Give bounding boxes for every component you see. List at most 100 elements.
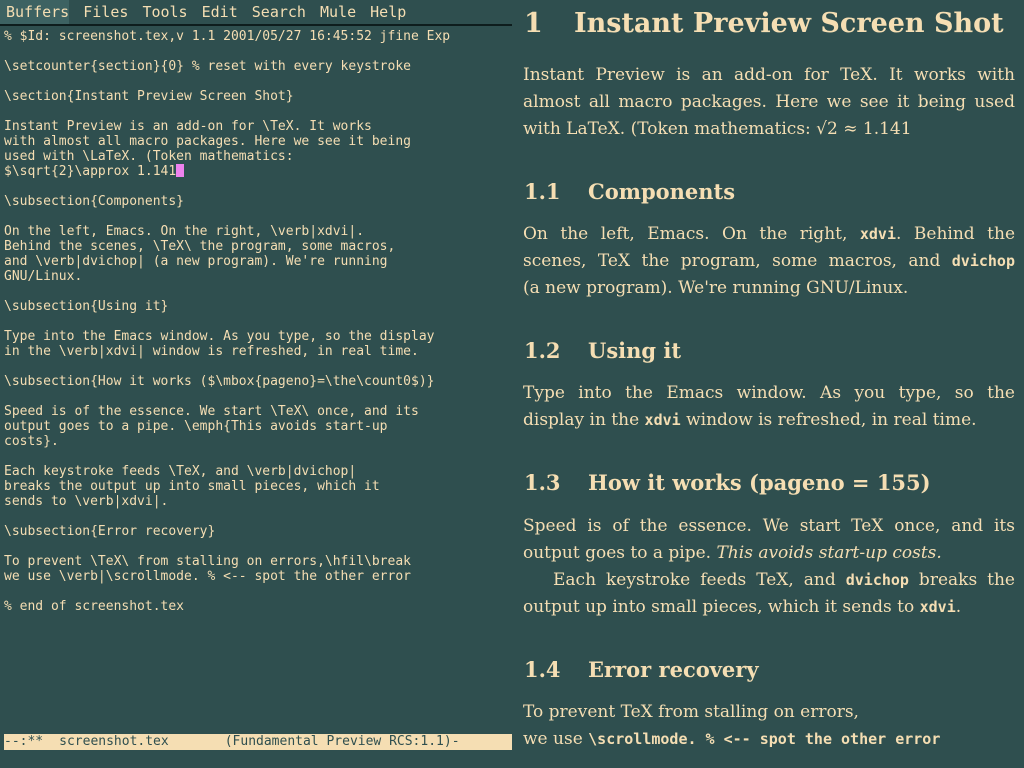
editor-line[interactable] <box>4 314 512 329</box>
editor-line-text: \subsection{Using it} <box>4 299 169 314</box>
editor-line[interactable] <box>4 104 512 119</box>
editor-line[interactable]: Each keystroke feeds \TeX, and \verb|dvi… <box>4 464 512 479</box>
editor-line[interactable] <box>4 209 512 224</box>
editor-line-text: sends to \verb|xdvi|. <box>4 494 169 509</box>
editor-line-text: % end of screenshot.tex <box>4 599 185 614</box>
editor-line-text: % $Id: screenshot.tex,v 1.1 2001/05/27 1… <box>4 29 451 44</box>
editor-line-text: and \verb|dvichop| (a new program). We'r… <box>4 254 388 269</box>
editor-line[interactable]: Speed is of the essence. We start \TeX\ … <box>4 404 512 419</box>
editor-line-text: used with \LaTeX. (Token mathematics: <box>4 149 294 164</box>
editor-line[interactable]: costs}. <box>4 434 512 449</box>
editor-line[interactable] <box>4 584 512 599</box>
editor-line[interactable] <box>4 74 512 89</box>
editor-line-text: costs}. <box>4 434 59 449</box>
editor-line-text: \setcounter{section}{0} % reset with eve… <box>4 59 411 74</box>
text-cursor <box>176 164 185 177</box>
menu-tools[interactable]: Tools <box>136 0 187 24</box>
editor-line[interactable]: To prevent \TeX\ from stalling on errors… <box>4 554 512 569</box>
verb-xdvi: xdvi <box>919 598 956 616</box>
text-line: To prevent TeX from stalling on errors, <box>523 702 859 722</box>
menu-search[interactable]: Search <box>246 0 306 24</box>
modeline-modes: (Fundamental Preview RCS:1.1)- <box>224 734 460 749</box>
editor-line-text: we use \verb|\scrollmode. % <-- spot the… <box>4 569 411 584</box>
text-line: Instant Preview is an add-on for TeX. It… <box>523 65 1015 85</box>
editor-line[interactable]: \subsection{How it works ($\mbox{pageno}… <box>4 374 512 389</box>
text-line: scenes, TeX the program, some macros, an… <box>523 251 1015 271</box>
xdvi-preview-window[interactable]: 1 Instant Preview Screen Shot Instant Pre… <box>516 0 1024 768</box>
menu-bar: Buffers Files Tools Edit Search Mule Hel… <box>0 0 512 26</box>
editor-line[interactable]: Behind the scenes, \TeX\ the program, so… <box>4 239 512 254</box>
editor-line[interactable]: Instant Preview is an add-on for \TeX. I… <box>4 119 512 134</box>
editor-line[interactable] <box>4 389 512 404</box>
editor-line[interactable] <box>4 284 512 299</box>
subsection-title: Error recovery <box>588 657 759 682</box>
editor-line[interactable] <box>4 449 512 464</box>
subsection-number: 1.1 <box>524 179 561 204</box>
menu-help[interactable]: Help <box>364 0 406 24</box>
verb-xdvi: xdvi <box>644 411 681 429</box>
subsection-title: Components <box>588 179 736 204</box>
editor-line-text: in the \verb|xdvi| window is refreshed, … <box>4 344 419 359</box>
editor-line-text: Type into the Emacs window. As you type,… <box>4 329 435 344</box>
editor-line[interactable]: GNU/Linux. <box>4 269 512 284</box>
subsection-number: 1.2 <box>524 338 561 363</box>
text-line: with LaTeX. (Token mathematics: √2 ≈ 1.1… <box>523 119 912 139</box>
editor-line-text: Instant Preview is an add-on for \TeX. I… <box>4 119 372 134</box>
editor-line[interactable] <box>4 179 512 194</box>
editor-line-text: with almost all macro packages. Here we … <box>4 134 411 149</box>
text-line: output goes to a pipe. This avoids start… <box>523 543 942 563</box>
subsection-title: Using it <box>588 338 682 363</box>
editor-line[interactable]: % end of screenshot.tex <box>4 599 512 614</box>
editor-line[interactable] <box>4 539 512 554</box>
section-title: Instant Preview Screen Shot <box>574 8 1004 39</box>
section-number: 1 <box>524 8 543 39</box>
editor-line[interactable]: sends to \verb|xdvi|. <box>4 494 512 509</box>
editor-line[interactable] <box>4 359 512 374</box>
components-paragraph: On the left, Emacs. On the right, xdvi. … <box>523 221 1015 302</box>
editor-line[interactable]: \subsection{Error recovery} <box>4 524 512 539</box>
menu-files[interactable]: Files <box>77 0 128 24</box>
intro-paragraph: Instant Preview is an add-on for TeX. It… <box>523 62 1015 143</box>
subsection-number: 1.3 <box>524 470 561 495</box>
editor-line-text: Each keystroke feeds \TeX, and \verb|dvi… <box>4 464 357 479</box>
editor-line[interactable]: \setcounter{section}{0} % reset with eve… <box>4 59 512 74</box>
editor-line[interactable]: Type into the Emacs window. As you type,… <box>4 329 512 344</box>
editor-line[interactable]: and \verb|dvichop| (a new program). We'r… <box>4 254 512 269</box>
editor-line[interactable]: \subsection{Using it} <box>4 299 512 314</box>
verb-dvichop: dvichop <box>951 252 1015 270</box>
using-paragraph: Type into the Emacs window. As you type,… <box>523 380 1015 434</box>
editor-line[interactable]: with almost all macro packages. Here we … <box>4 134 512 149</box>
editor-line-text: \section{Instant Preview Screen Shot} <box>4 89 294 104</box>
editor-line[interactable]: % $Id: screenshot.tex,v 1.1 2001/05/27 1… <box>4 29 512 44</box>
text-line: Speed is of the essence. We start TeX on… <box>523 516 1015 536</box>
menu-buffers[interactable]: Buffers <box>0 0 70 24</box>
text-line: we use \scrollmode. % <-- spot the other… <box>523 729 941 749</box>
editor-line[interactable]: breaks the output up into small pieces, … <box>4 479 512 494</box>
editor-line[interactable]: \subsection{Components} <box>4 194 512 209</box>
editor-buffer[interactable]: % $Id: screenshot.tex,v 1.1 2001/05/27 1… <box>4 29 512 729</box>
mode-line: --:** screenshot.tex (Fundamental Preview … <box>4 734 512 750</box>
editor-line-text: To prevent \TeX\ from stalling on errors… <box>4 554 411 569</box>
emacs-window[interactable]: Buffers Files Tools Edit Search Mule Hel… <box>0 0 512 768</box>
editor-line-text: Speed is of the essence. We start \TeX\ … <box>4 404 419 419</box>
how-paragraph: Speed is of the essence. We start TeX on… <box>523 513 1015 621</box>
menu-edit[interactable]: Edit <box>196 0 238 24</box>
menu-mule[interactable]: Mule <box>314 0 356 24</box>
text-line: output up into small pieces, which it se… <box>523 597 962 617</box>
editor-line[interactable]: On the left, Emacs. On the right, \verb|… <box>4 224 512 239</box>
editor-line[interactable]: we use \verb|\scrollmode. % <-- spot the… <box>4 569 512 584</box>
editor-line[interactable]: used with \LaTeX. (Token mathematics: <box>4 149 512 164</box>
editor-line[interactable] <box>4 44 512 59</box>
text-line: display in the xdvi window is refreshed,… <box>523 410 977 430</box>
editor-line-text: Behind the scenes, \TeX\ the program, so… <box>4 239 396 254</box>
text-line: almost all macro packages. Here we see i… <box>523 92 1015 112</box>
editor-line[interactable]: output goes to a pipe. \emph{This avoids… <box>4 419 512 434</box>
emphasis-text: This avoids start-up costs. <box>716 543 942 563</box>
editor-line-text: output goes to a pipe. \emph{This avoids… <box>4 419 388 434</box>
editor-line[interactable]: \section{Instant Preview Screen Shot} <box>4 89 512 104</box>
editor-line[interactable]: in the \verb|xdvi| window is refreshed, … <box>4 344 512 359</box>
editor-line[interactable] <box>4 509 512 524</box>
verb-scrollmode: \scrollmode. % <-- spot the other error <box>588 730 941 748</box>
subsection-heading-how-it-works: 1.3 How it works (pageno = 155) <box>524 468 931 498</box>
editor-line[interactable]: $\sqrt{2}\approx 1.141 <box>4 164 512 179</box>
